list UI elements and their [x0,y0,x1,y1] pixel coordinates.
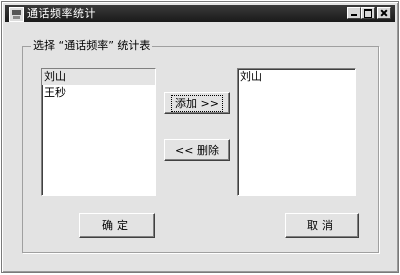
remove-button[interactable]: << 删除 [164,139,230,161]
maximize-icon[interactable] [361,7,375,19]
selected-list[interactable]: 刘山 [237,68,356,196]
group-label: 选择 “通话频率” 统计表 [31,39,153,53]
available-list[interactable]: 刘山 王秒 [41,68,156,196]
list-item[interactable]: 刘山 [238,69,355,85]
list-item[interactable]: 王秒 [42,85,155,101]
list-item[interactable]: 刘山 [42,69,155,85]
minimize-icon[interactable] [347,7,361,19]
title-bar[interactable]: 通话频率统计 [5,5,395,22]
app-icon [9,7,24,22]
add-button-label: 添加 >> [171,94,223,112]
ok-button[interactable]: 确定 [79,213,155,238]
cancel-button[interactable]: 取消 [285,213,359,238]
close-icon[interactable] [377,7,391,19]
add-button[interactable]: 添加 >> [164,92,230,114]
dialog-window: 通话频率统计 选择 “通话频率” 统计表 刘山 王秒 添加 >> << 删除 刘… [1,1,399,273]
window-title: 通话频率统计 [27,7,96,20]
stats-group-box: 选择 “通话频率” 统计表 刘山 王秒 添加 >> << 删除 刘山 确定 取消 [22,39,379,253]
